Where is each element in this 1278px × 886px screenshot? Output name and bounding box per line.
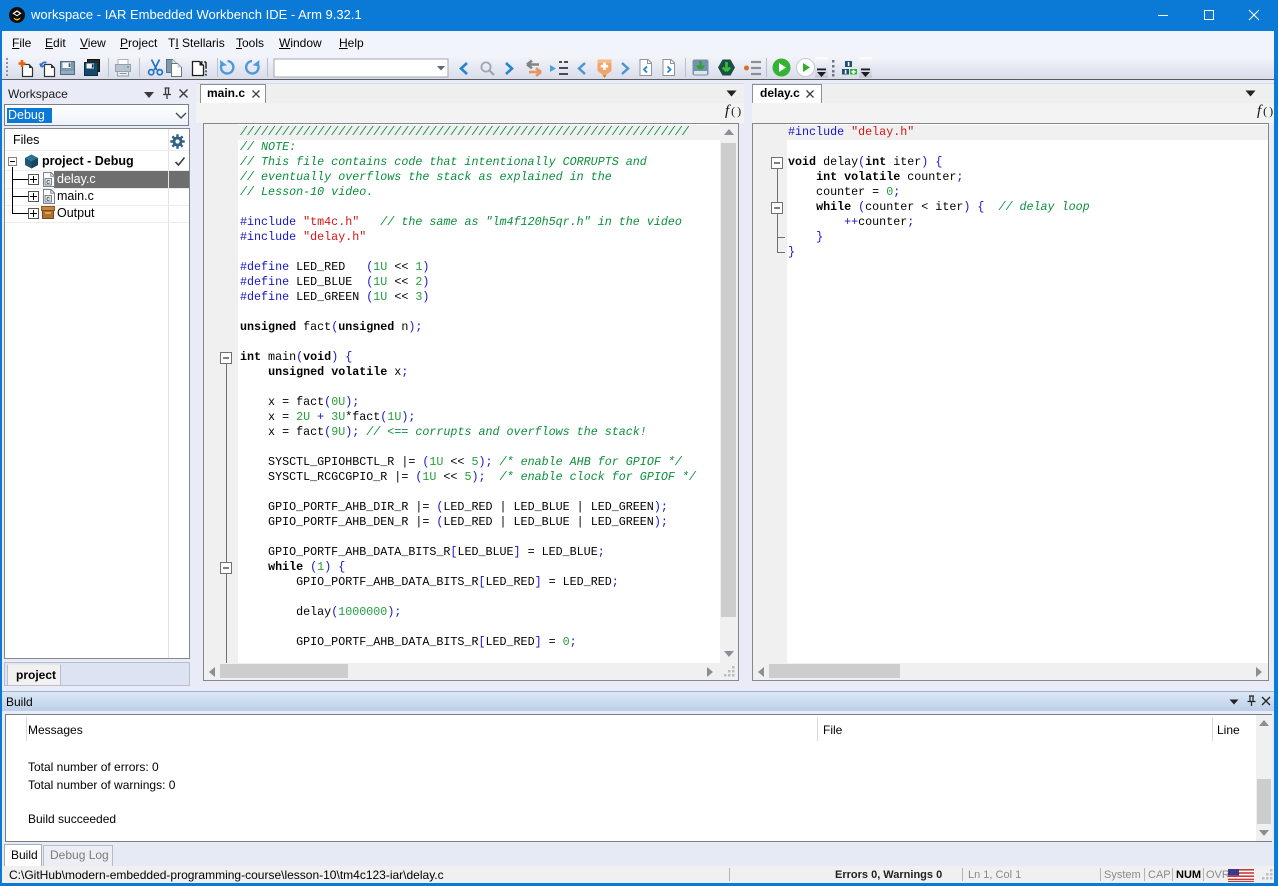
svg-text:c: c [46, 196, 50, 203]
svg-text:c: c [46, 179, 50, 186]
